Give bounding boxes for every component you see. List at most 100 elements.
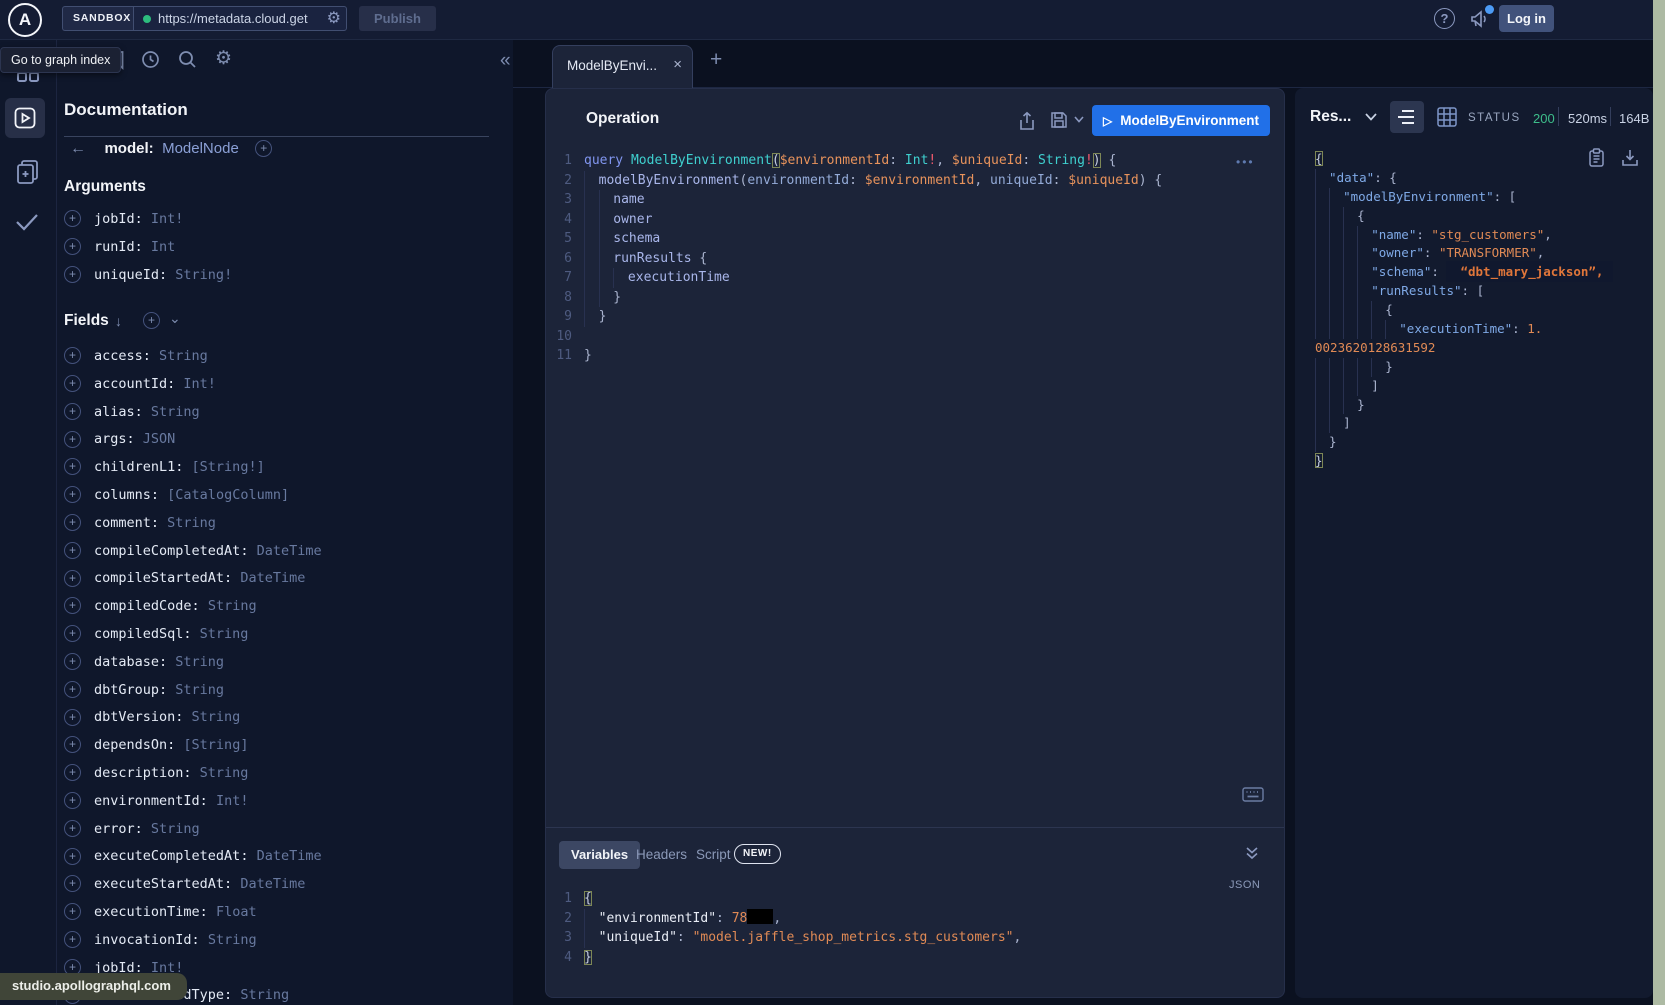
field-name[interactable]: compileStartedAt bbox=[94, 570, 240, 586]
table-view-toggle-icon[interactable] bbox=[1437, 107, 1457, 127]
field-name[interactable]: database bbox=[94, 654, 175, 670]
field-name[interactable]: dbtGroup bbox=[94, 682, 175, 698]
field-name[interactable]: columns bbox=[94, 487, 167, 503]
breadcrumb-type-link[interactable]: ModelNode bbox=[162, 140, 239, 157]
response-body[interactable]: {"data": {"modelByEnvironment": [{"name"… bbox=[1315, 150, 1645, 471]
field-name[interactable]: args bbox=[94, 431, 143, 447]
tab-modelbyenvironment[interactable]: ModelByEnvi... × bbox=[552, 45, 693, 88]
add-field-icon[interactable]: + bbox=[64, 875, 81, 892]
add-field-icon[interactable]: + bbox=[64, 736, 81, 753]
field-type[interactable]: DateTime bbox=[240, 570, 305, 586]
endpoint-url-value[interactable]: https://metadata.cloud.get bbox=[158, 11, 320, 26]
field-type[interactable]: [CatalogColumn] bbox=[167, 487, 289, 503]
argument-name[interactable]: jobId bbox=[94, 211, 151, 227]
add-argument-icon[interactable]: + bbox=[64, 266, 81, 283]
add-argument-icon[interactable]: + bbox=[64, 238, 81, 255]
keyboard-shortcuts-icon[interactable] bbox=[1242, 787, 1264, 802]
field-type[interactable]: String bbox=[192, 709, 241, 725]
add-field-icon[interactable]: + bbox=[64, 681, 81, 698]
add-field-icon[interactable]: + bbox=[64, 709, 81, 726]
operation-collections-icon[interactable] bbox=[15, 158, 41, 186]
field-name[interactable]: alias bbox=[94, 404, 151, 420]
field-name[interactable]: dbtVersion bbox=[94, 709, 192, 725]
field-name[interactable]: executeStartedAt bbox=[94, 876, 240, 892]
field-type[interactable]: String bbox=[159, 348, 208, 364]
checks-icon[interactable] bbox=[15, 212, 39, 232]
add-field-icon[interactable]: + bbox=[64, 431, 81, 448]
field-type[interactable]: String bbox=[208, 598, 257, 614]
argument-name[interactable]: uniqueId bbox=[94, 267, 175, 283]
settings-gear-icon[interactable]: ⚙ bbox=[215, 47, 232, 70]
field-name[interactable]: access bbox=[94, 348, 159, 364]
field-type[interactable]: String bbox=[151, 404, 200, 420]
add-field-icon[interactable]: + bbox=[64, 931, 81, 948]
add-field-icon[interactable]: + bbox=[64, 403, 81, 420]
field-name[interactable]: description bbox=[94, 765, 200, 781]
argument-name[interactable]: runId bbox=[94, 239, 151, 255]
share-operation-icon[interactable] bbox=[1018, 111, 1036, 131]
argument-type[interactable]: Int bbox=[151, 239, 175, 255]
field-type[interactable]: String bbox=[175, 654, 224, 670]
login-button[interactable]: Log in bbox=[1499, 5, 1554, 32]
fields-options-chevron-icon[interactable]: ⌄ bbox=[169, 310, 181, 327]
explorer-nav-item-selected[interactable] bbox=[5, 98, 45, 138]
history-icon[interactable] bbox=[141, 50, 160, 69]
run-operation-button[interactable]: ▷ModelByEnvironment bbox=[1092, 105, 1270, 136]
add-field-icon[interactable]: + bbox=[64, 458, 81, 475]
editor-overflow-menu-icon[interactable]: ••• bbox=[1236, 155, 1255, 169]
add-field-icon[interactable]: + bbox=[64, 347, 81, 364]
field-type[interactable]: Float bbox=[216, 904, 257, 920]
add-field-icon[interactable]: + bbox=[64, 903, 81, 920]
new-tab-icon[interactable]: + bbox=[710, 48, 722, 72]
field-type[interactable]: String bbox=[151, 821, 200, 837]
formatted-view-toggle[interactable] bbox=[1390, 101, 1424, 133]
field-type[interactable]: String bbox=[167, 515, 216, 531]
publish-button[interactable]: Publish bbox=[359, 6, 436, 31]
save-options-chevron-icon[interactable] bbox=[1074, 116, 1084, 123]
field-name[interactable]: executionTime bbox=[94, 904, 216, 920]
add-field-icon[interactable]: + bbox=[64, 486, 81, 503]
field-name[interactable]: comment bbox=[94, 515, 167, 531]
add-field-icon[interactable]: + bbox=[64, 542, 81, 559]
field-type[interactable]: String bbox=[200, 765, 249, 781]
variables-editor[interactable]: 1{2"environmentId": 78,3"uniqueId": "mod… bbox=[546, 889, 1266, 967]
response-dropdown-chevron-icon[interactable] bbox=[1365, 113, 1377, 121]
field-type[interactable]: String bbox=[240, 987, 289, 1003]
field-type[interactable]: JSON bbox=[143, 431, 176, 447]
field-type[interactable]: [String] bbox=[183, 737, 248, 753]
add-field-icon[interactable]: + bbox=[64, 764, 81, 781]
back-arrow-icon[interactable]: ← bbox=[70, 140, 86, 157]
field-type[interactable]: DateTime bbox=[257, 848, 322, 864]
field-name[interactable]: accountId bbox=[94, 376, 183, 392]
collapse-sidebar-icon[interactable]: « bbox=[500, 50, 511, 72]
field-name[interactable]: error bbox=[94, 821, 151, 837]
add-field-icon[interactable]: + bbox=[64, 625, 81, 642]
add-field-icon[interactable]: + bbox=[64, 597, 81, 614]
field-name[interactable]: compileCompletedAt bbox=[94, 543, 257, 559]
argument-type[interactable]: String! bbox=[175, 267, 232, 283]
endpoint-url-input[interactable]: https://metadata.cloud.get ⚙ bbox=[133, 6, 347, 31]
argument-type[interactable]: Int! bbox=[151, 211, 184, 227]
field-type[interactable]: Int! bbox=[216, 793, 249, 809]
tab-headers[interactable]: Headers bbox=[636, 847, 687, 862]
add-type-to-query-icon[interactable]: + bbox=[255, 140, 272, 157]
field-type[interactable]: DateTime bbox=[257, 543, 322, 559]
field-type[interactable]: String bbox=[175, 682, 224, 698]
add-field-icon[interactable]: + bbox=[64, 570, 81, 587]
field-name[interactable]: compiledCode bbox=[94, 598, 208, 614]
add-field-icon[interactable]: + bbox=[64, 820, 81, 837]
collapse-variables-icon[interactable] bbox=[1244, 845, 1260, 861]
field-name[interactable]: childrenL1 bbox=[94, 459, 192, 475]
tab-variables[interactable]: Variables bbox=[559, 841, 640, 869]
close-tab-icon[interactable]: × bbox=[673, 56, 682, 73]
field-type[interactable]: [String!] bbox=[192, 459, 265, 475]
field-type[interactable]: DateTime bbox=[240, 876, 305, 892]
add-field-icon[interactable]: + bbox=[64, 792, 81, 809]
add-field-icon[interactable]: + bbox=[64, 848, 81, 865]
save-operation-icon[interactable] bbox=[1050, 111, 1068, 129]
add-argument-icon[interactable]: + bbox=[64, 210, 81, 227]
add-field-icon[interactable]: + bbox=[64, 375, 81, 392]
field-name[interactable]: compiledSql bbox=[94, 626, 200, 642]
apollo-logo-icon[interactable]: A bbox=[8, 3, 42, 37]
field-type[interactable]: Int! bbox=[183, 376, 216, 392]
